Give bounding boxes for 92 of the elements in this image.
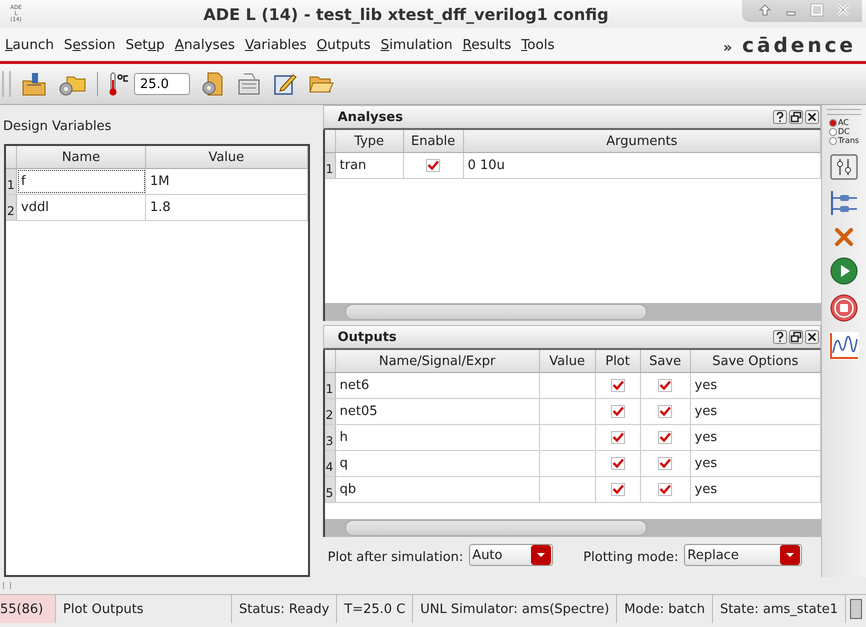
horizontal-scrollbar[interactable] — [324, 303, 822, 321]
analysis-radio[interactable]: DC — [828, 127, 860, 136]
row-number: 4 — [324, 451, 336, 476]
checkbox[interactable] — [658, 431, 672, 444]
status-field: 55(86) — [0, 595, 56, 623]
row-number: 1 — [324, 373, 336, 398]
cadence-logo: » cādence — [723, 32, 856, 56]
field-label: Plot after simulation: — [328, 550, 464, 564]
menu-item[interactable]: Session — [64, 36, 116, 52]
column-header[interactable]: Value — [146, 146, 308, 168]
scrollbar-thumb[interactable] — [344, 520, 647, 536]
menu-item[interactable]: Setup — [125, 36, 165, 52]
checkbox[interactable] — [610, 457, 625, 470]
scrollbar-thumb[interactable] — [344, 304, 647, 320]
sliders-icon[interactable] — [830, 154, 858, 180]
toolbar-handle[interactable] — [2, 71, 11, 97]
close-icon[interactable] — [805, 330, 820, 344]
status-field: Plot Outputs — [56, 595, 232, 623]
menu-item[interactable]: Variables — [244, 36, 307, 52]
column-header[interactable]: Plot — [596, 350, 641, 372]
menu-item[interactable]: Analyses — [174, 36, 235, 52]
row-number: 3 — [324, 425, 336, 450]
column-header[interactable]: Value — [540, 350, 596, 372]
row-number: 2 — [6, 195, 17, 220]
checkbox[interactable] — [658, 405, 672, 418]
status-field: UNL Simulator: ams(Spectre) — [413, 595, 618, 623]
temperature-field[interactable]: 25.0 — [134, 73, 190, 95]
status-field: State: ams_state1 — [712, 595, 846, 623]
float-icon[interactable] — [789, 110, 804, 124]
table-cell[interactable]: tran — [336, 153, 404, 178]
table-cell[interactable]: h — [336, 425, 540, 450]
delete-icon[interactable] — [833, 226, 856, 248]
checkbox[interactable] — [610, 483, 625, 496]
checkbox[interactable] — [658, 457, 672, 470]
help-icon[interactable] — [773, 330, 788, 344]
stop-icon[interactable] — [830, 294, 858, 322]
menu-item[interactable]: Outputs — [316, 36, 371, 52]
menu-item[interactable]: Tools — [521, 36, 555, 52]
document-stack-icon[interactable] — [236, 71, 262, 97]
column-header[interactable]: Save — [640, 350, 691, 372]
window-title: ADE L (14) - test_lib xtest_dff_verilog1 config — [202, 4, 610, 24]
shade-icon[interactable] — [758, 3, 772, 17]
table-cell[interactable]: net05 — [336, 399, 540, 424]
caret-icon — [780, 545, 800, 565]
checkbox[interactable] — [426, 159, 440, 172]
checkbox[interactable] — [658, 483, 672, 496]
table-cell[interactable]: q — [336, 451, 540, 476]
status-field: Status: Ready — [232, 595, 338, 623]
field-label: Plotting mode: — [583, 550, 678, 564]
waveform-icon[interactable] — [828, 331, 860, 361]
menu-item[interactable]: Simulation — [380, 36, 453, 52]
table-cell[interactable]: f — [17, 169, 146, 194]
plot-after-dropdown[interactable]: Auto — [469, 544, 554, 566]
menu-item[interactable]: Launch — [5, 36, 54, 52]
row-number: 2 — [324, 399, 336, 424]
help-icon[interactable] — [773, 110, 788, 124]
menu-item[interactable]: Results — [462, 36, 512, 52]
column-header[interactable]: Type — [336, 130, 404, 152]
float-icon[interactable] — [789, 330, 804, 344]
plotting-mode-dropdown[interactable]: Replace — [684, 544, 802, 566]
toolbar-handle[interactable] — [827, 109, 862, 115]
checkbox[interactable] — [610, 431, 625, 444]
splitter-handle[interactable] — [3, 582, 11, 589]
analysis-radio[interactable]: Trans — [828, 136, 860, 145]
table-cell[interactable]: 1M — [146, 169, 308, 194]
resize-grip[interactable] — [850, 599, 862, 619]
column-header[interactable]: Name — [17, 146, 146, 168]
column-header[interactable]: Enable — [404, 130, 464, 152]
netlist-icon[interactable] — [829, 189, 860, 217]
row-number: 1 — [324, 153, 336, 178]
horizontal-scrollbar[interactable] — [324, 519, 822, 537]
close-icon[interactable] — [805, 110, 820, 124]
column-header[interactable]: Name/Signal/Expr — [336, 350, 540, 372]
status-field: Mode: batch — [617, 595, 713, 623]
table-cell[interactable]: net6 — [336, 373, 540, 398]
table-cell[interactable]: 1.8 — [146, 195, 308, 220]
dock-title: Outputs — [336, 330, 398, 344]
row-number: 1 — [6, 169, 17, 194]
table-cell[interactable]: qb — [336, 477, 540, 502]
caret-icon — [531, 545, 552, 565]
checkbox[interactable] — [658, 379, 672, 392]
dock-title: Analyses — [336, 110, 404, 124]
run-icon[interactable] — [830, 257, 858, 285]
table-cell[interactable]: vddl — [17, 195, 146, 220]
folder-chip-icon[interactable] — [21, 71, 47, 97]
analysis-radio[interactable]: AC — [828, 118, 860, 127]
panel-title: Design Variables — [2, 118, 112, 136]
checkbox[interactable] — [610, 405, 625, 418]
status-field: T=25.0 C — [337, 595, 414, 623]
checkbox[interactable] — [610, 379, 625, 392]
row-number: 5 — [324, 477, 336, 502]
thermometer-icon — [108, 71, 130, 97]
